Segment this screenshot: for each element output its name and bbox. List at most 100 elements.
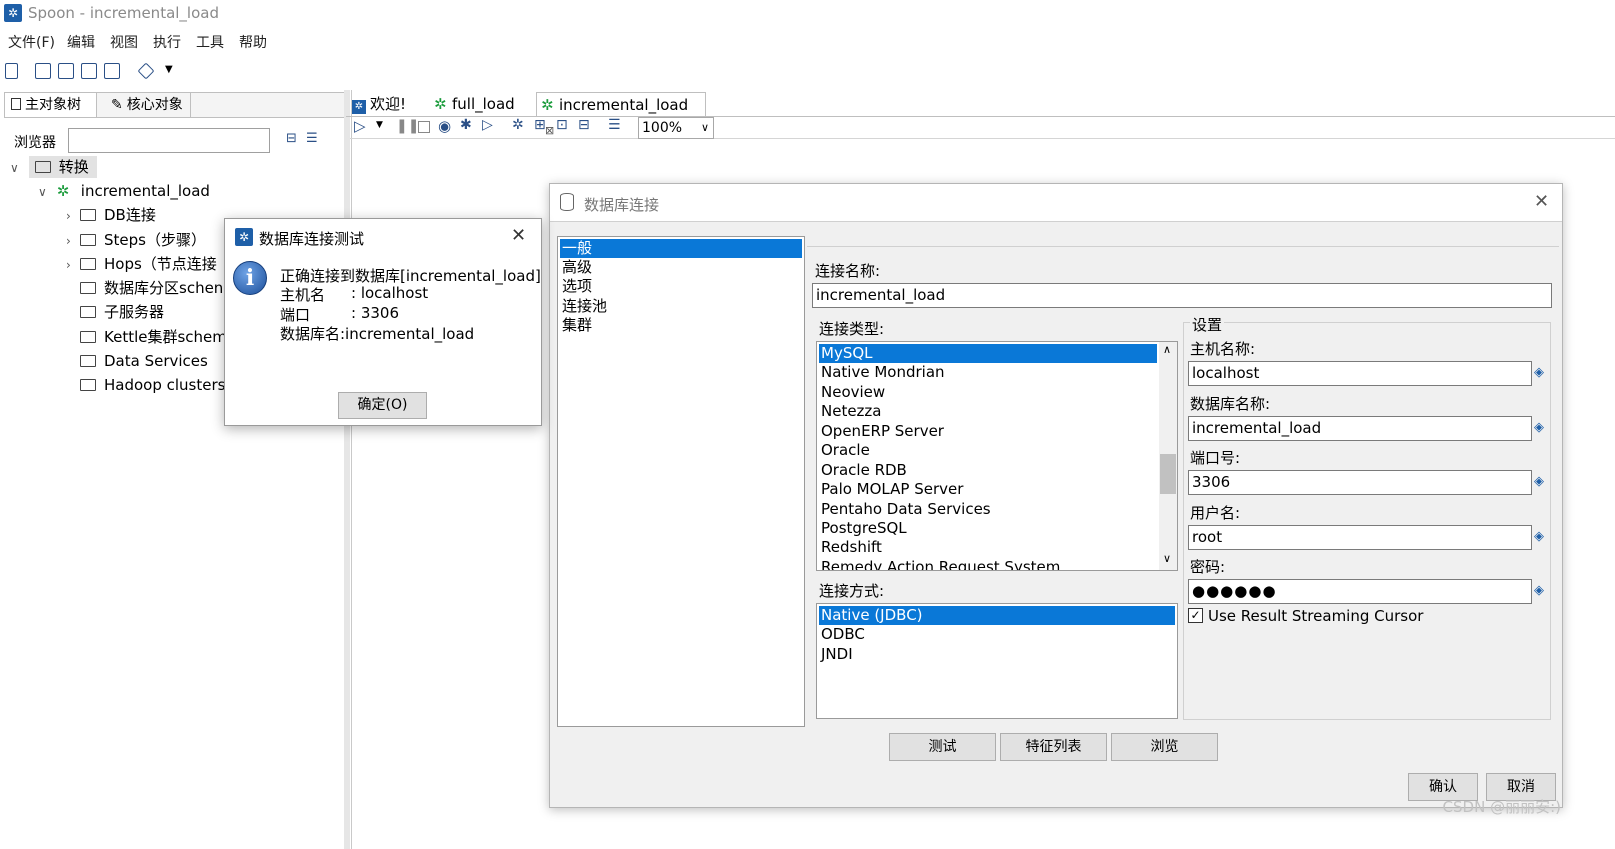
- chevron-down-icon: ∨: [10, 161, 19, 175]
- menu-file[interactable]: 文件(F): [8, 32, 55, 52]
- editor-toolbar: ▷ ▼ ❚❚ ◉ ✱ ▷ ✲ ⊞ ⊡ ⊟ ☰: [350, 117, 1615, 139]
- connection-type-item[interactable]: Pentaho Data Services: [819, 500, 991, 519]
- access-method-item[interactable]: JNDI: [819, 645, 853, 664]
- tree-item-incremental-load[interactable]: ∨ ✲ incremental_load: [38, 179, 210, 203]
- connection-type-item[interactable]: Oracle: [819, 441, 870, 460]
- category-options[interactable]: 选项: [560, 277, 592, 296]
- tree-item-hops[interactable]: › Hops（节点连接: [66, 252, 217, 276]
- category-general[interactable]: 一般: [560, 239, 802, 258]
- connection-type-item[interactable]: MySQL: [819, 344, 1157, 363]
- folder-icon: [80, 306, 96, 318]
- folder-icon: [80, 331, 96, 343]
- variable-icon[interactable]: ◈: [1534, 366, 1546, 379]
- category-list[interactable]: 一般 高级 选项 连接池 集群: [557, 236, 805, 727]
- save-as-icon[interactable]: [104, 63, 120, 79]
- streaming-cursor-checkbox[interactable]: ✓: [1188, 608, 1203, 623]
- tree-item-partition-schemas[interactable]: 数据库分区schen: [80, 276, 223, 300]
- pause-icon[interactable]: ❚❚: [396, 118, 419, 134]
- menu-edit[interactable]: 编辑: [67, 32, 95, 52]
- tree-item-data-services[interactable]: Data Services: [80, 349, 208, 373]
- menu-tools[interactable]: 工具: [196, 32, 224, 52]
- connection-type-item[interactable]: Remedy Action Request System: [819, 558, 1060, 570]
- layers-icon[interactable]: [137, 62, 155, 80]
- explore-button[interactable]: 浏览: [1111, 733, 1218, 761]
- expand-all-icon[interactable]: ☰: [306, 131, 318, 146]
- variable-icon[interactable]: ◈: [1534, 475, 1546, 488]
- port-input[interactable]: 3306: [1188, 470, 1532, 495]
- database-line: 数据库名:incremental_load: [280, 325, 475, 343]
- tree-label: incremental_load: [80, 182, 210, 200]
- variable-icon[interactable]: ◈: [1534, 584, 1546, 597]
- connection-type-item[interactable]: Native Mondrian: [819, 363, 945, 382]
- connection-type-item[interactable]: Netezza: [819, 402, 882, 421]
- tab-incremental-load[interactable]: ✲ incremental_load ⊠: [536, 92, 706, 137]
- close-icon[interactable]: ✕: [511, 225, 526, 246]
- tree-item-hadoop-clusters[interactable]: Hadoop clusters: [80, 373, 225, 397]
- test-button[interactable]: 测试: [889, 733, 996, 761]
- replay-icon[interactable]: ▷: [482, 117, 493, 133]
- category-pooling[interactable]: 连接池: [560, 297, 607, 316]
- connection-type-item[interactable]: Palo MOLAP Server: [819, 480, 963, 499]
- username-input[interactable]: root: [1188, 525, 1532, 550]
- tree-root-transformation[interactable]: ∨ 转换: [10, 155, 97, 179]
- tab-main-object-tree[interactable]: 主对象树: [5, 93, 97, 117]
- tree-item-steps[interactable]: › Steps（步骤）: [66, 228, 206, 252]
- tab-core-objects[interactable]: ✎ 核心对象: [105, 93, 191, 117]
- database-name-input[interactable]: incremental_load: [1188, 416, 1532, 441]
- open-file-icon[interactable]: [35, 63, 51, 79]
- access-method-list[interactable]: Native (JDBC) ODBC JNDI: [816, 603, 1178, 719]
- access-method-item[interactable]: Native (JDBC): [819, 606, 1175, 625]
- access-method-item[interactable]: ODBC: [819, 625, 865, 644]
- scrollbar-thumb[interactable]: [1160, 454, 1176, 494]
- close-icon[interactable]: ✕: [1534, 191, 1549, 212]
- debug-icon[interactable]: ✱: [460, 117, 472, 133]
- window-title: Spoon - incremental_load: [28, 4, 219, 22]
- connection-type-item[interactable]: Redshift: [819, 538, 882, 557]
- run-icon[interactable]: ▷: [354, 117, 366, 135]
- show-results-icon[interactable]: ☰: [608, 117, 621, 133]
- layers-dropdown-icon[interactable]: ▼: [165, 64, 173, 75]
- tab-welcome[interactable]: ✲ 欢迎!: [348, 92, 430, 116]
- tree-item-db-connections[interactable]: › DB连接: [66, 203, 156, 227]
- category-clustering[interactable]: 集群: [560, 316, 592, 335]
- variable-icon[interactable]: ◈: [1534, 421, 1546, 434]
- explore-db-icon[interactable]: ⊟: [578, 117, 590, 133]
- connection-type-item[interactable]: Oracle RDB: [819, 461, 907, 480]
- preview-icon[interactable]: ◉: [438, 117, 451, 135]
- confirm-button[interactable]: 确定(O): [338, 392, 427, 419]
- menu-run[interactable]: 执行: [153, 32, 181, 52]
- tree-label: DB连接: [104, 206, 156, 224]
- variable-icon[interactable]: ◈: [1534, 530, 1546, 543]
- category-advanced[interactable]: 高级: [560, 258, 592, 277]
- tree-item-cluster-schemas[interactable]: Kettle集群schem: [80, 325, 227, 349]
- tree-item-slave-servers[interactable]: 子服务器: [80, 300, 164, 324]
- browser-search-input[interactable]: [68, 128, 270, 153]
- chevron-up-icon[interactable]: ∧: [1163, 343, 1171, 356]
- panel-splitter[interactable]: [344, 90, 350, 849]
- explore-repository-icon[interactable]: [58, 63, 74, 79]
- zoom-select[interactable]: 100% ∨: [638, 117, 714, 139]
- stop-icon[interactable]: [418, 121, 430, 133]
- connection-type-item[interactable]: PostgreSQL: [819, 519, 907, 538]
- host-input[interactable]: localhost: [1188, 361, 1532, 386]
- save-icon[interactable]: [81, 63, 97, 79]
- connection-name-input[interactable]: incremental_load: [812, 283, 1552, 308]
- sql-icon[interactable]: ⊡: [556, 117, 568, 133]
- collapse-all-icon[interactable]: ⊟: [286, 131, 297, 146]
- connection-type-list[interactable]: MySQL Native Mondrian Neoview Netezza Op…: [816, 341, 1178, 571]
- run-dropdown-icon[interactable]: ▼: [376, 120, 383, 130]
- password-input[interactable]: ●●●●●●: [1188, 579, 1532, 604]
- menu-view[interactable]: 视图: [110, 32, 138, 52]
- test-dialog-title: 数据库连接测试: [259, 230, 365, 248]
- verify-icon[interactable]: ✲: [512, 117, 524, 133]
- feature-list-button[interactable]: 特征列表: [1000, 733, 1107, 761]
- menu-help[interactable]: 帮助: [239, 32, 267, 52]
- scrollbar[interactable]: ∧ ∨: [1159, 342, 1177, 570]
- tab-full-load[interactable]: ✲ full_load: [430, 92, 536, 116]
- chevron-down-icon[interactable]: ∨: [1163, 552, 1171, 565]
- connection-type-item[interactable]: Neoview: [819, 383, 885, 402]
- impact-icon[interactable]: ⊞: [534, 117, 546, 133]
- new-file-icon[interactable]: [5, 63, 18, 79]
- connection-type-item[interactable]: OpenERP Server: [819, 422, 944, 441]
- spoon-logo-icon: ✲: [352, 100, 366, 114]
